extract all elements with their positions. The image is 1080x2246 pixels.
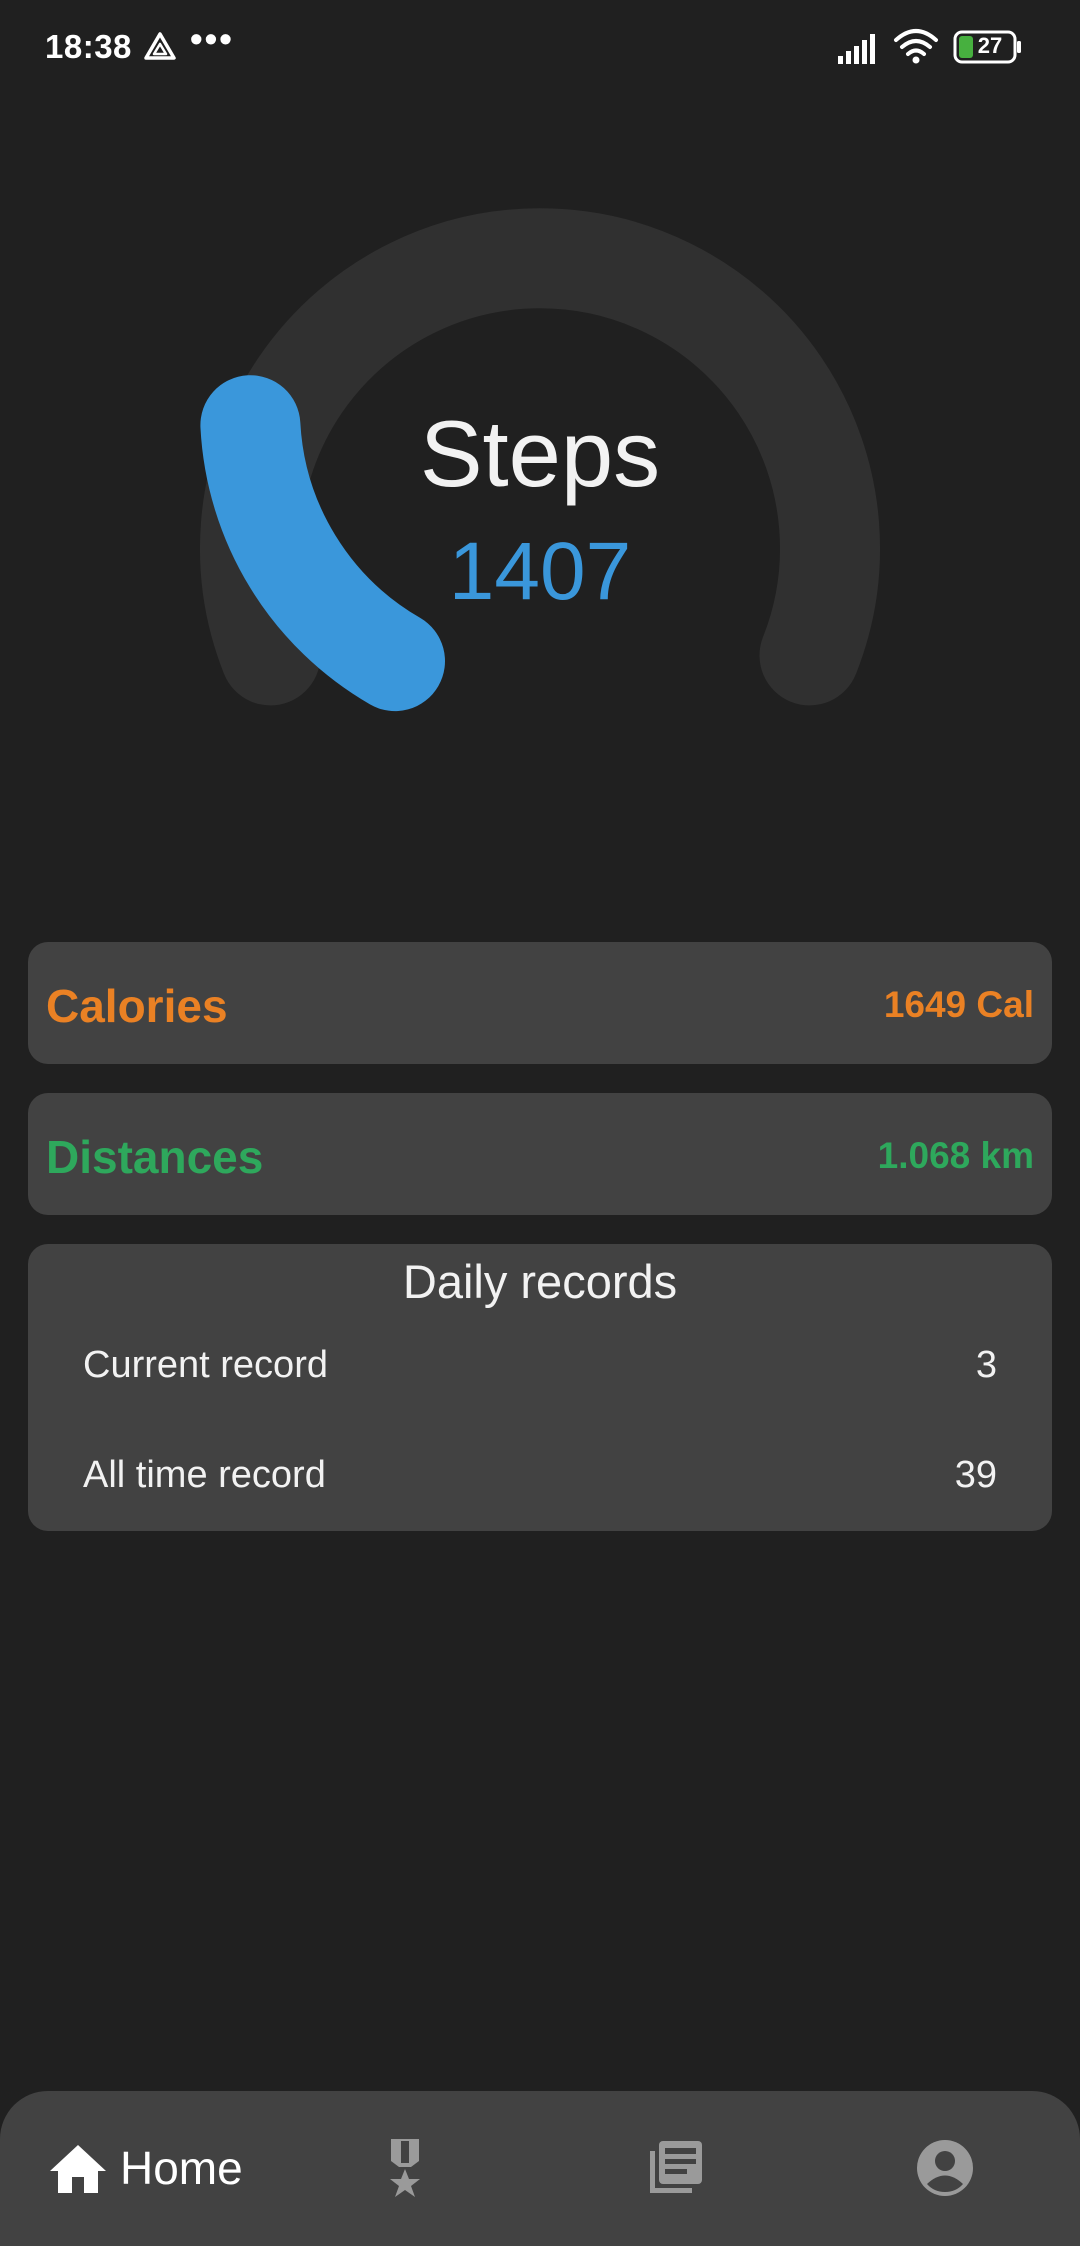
calories-card[interactable]: Calories 1649 Cal xyxy=(28,942,1052,1064)
daily-records-card: Daily records Current record 3 All time … xyxy=(28,1244,1052,1531)
signal-icon xyxy=(838,34,875,64)
steps-label: Steps xyxy=(419,401,661,506)
nav-home-label: Home xyxy=(120,2142,243,2194)
status-bar: 18:38 ••• 27 xyxy=(0,0,1080,95)
profile-icon xyxy=(917,2140,973,2196)
steps-value: 1407 xyxy=(448,526,632,617)
all-time-record-label: All time record xyxy=(83,1454,326,1496)
current-record-value: 3 xyxy=(975,1344,997,1386)
news-icon xyxy=(650,2141,702,2193)
wifi-icon xyxy=(894,29,938,64)
daily-records-title: Daily records xyxy=(402,1255,678,1308)
distances-value: 1.068 km xyxy=(877,1135,1034,1176)
status-time: 18:38 xyxy=(45,28,132,65)
calories-label: Calories xyxy=(46,980,228,1032)
medal-icon xyxy=(390,2139,420,2197)
home-icon xyxy=(50,2145,106,2193)
more-notifications-icon: ••• xyxy=(190,18,234,59)
nav-home[interactable]: Home xyxy=(40,2091,300,2246)
calories-value: 1649 Cal xyxy=(883,984,1034,1025)
bottom-navigation: Home xyxy=(0,2091,1080,2246)
all-time-record-row: All time record 39 xyxy=(83,1454,997,1504)
battery-level: 27 xyxy=(977,33,1003,58)
nav-news[interactable] xyxy=(640,2091,710,2246)
all-time-record-value: 39 xyxy=(954,1454,997,1496)
current-record-label: Current record xyxy=(83,1344,328,1386)
drive-icon xyxy=(144,32,176,60)
distances-card[interactable]: Distances 1.068 km xyxy=(28,1093,1052,1215)
nav-profile[interactable] xyxy=(910,2091,980,2246)
distances-label: Distances xyxy=(46,1131,264,1183)
current-record-row: Current record 3 xyxy=(83,1344,997,1394)
nav-achievements[interactable] xyxy=(370,2091,440,2246)
